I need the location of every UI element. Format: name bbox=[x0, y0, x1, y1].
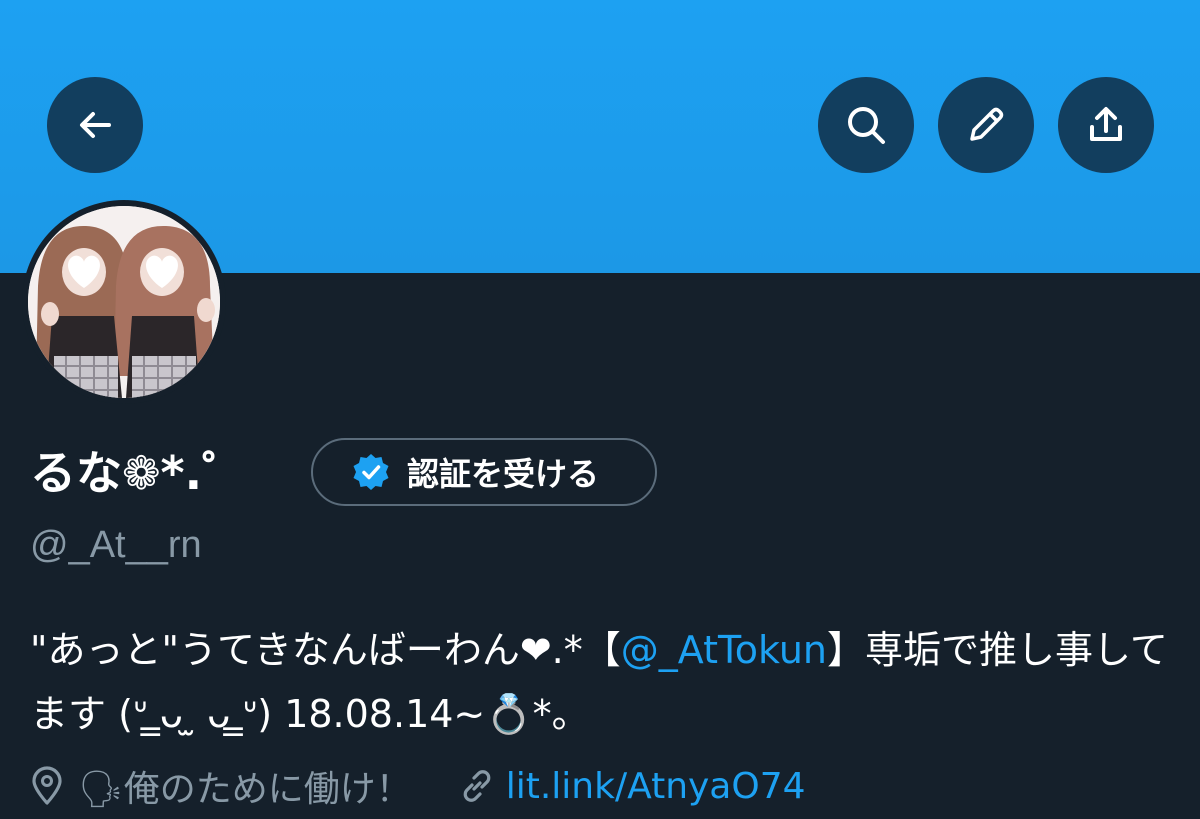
website-text[interactable]: lit.link/AtnyaO74 bbox=[506, 766, 806, 807]
search-button[interactable] bbox=[818, 77, 914, 173]
link-icon bbox=[463, 770, 491, 802]
profile-website-link[interactable]: lit.link/AtnyaO74 bbox=[458, 766, 806, 807]
display-name: るな❁*.゜ bbox=[30, 446, 249, 500]
avatar[interactable] bbox=[28, 206, 220, 398]
edit-button[interactable] bbox=[938, 77, 1034, 173]
share-button[interactable] bbox=[1058, 77, 1154, 173]
location-pin-icon bbox=[32, 766, 62, 805]
share-upload-icon bbox=[1090, 107, 1122, 141]
back-button[interactable] bbox=[47, 77, 143, 173]
profile-handle: @_At__rn bbox=[30, 524, 202, 566]
profile-meta-row: 🗣俺のために働け！ lit.link/AtnyaO74 bbox=[30, 760, 806, 812]
bio-text-part1: "あっと"うてきなんばーわん❤︎.*【 bbox=[30, 628, 621, 672]
search-icon bbox=[848, 107, 885, 144]
get-verified-label: 認証を受ける bbox=[407, 455, 600, 493]
bio-mention-link[interactable]: @_AtTokun bbox=[621, 628, 827, 672]
pencil-icon bbox=[970, 107, 1004, 141]
name-row: るな❁*.゜ bbox=[30, 432, 248, 508]
location-text: 🗣俺のために働け！ bbox=[78, 769, 412, 810]
profile-location: 🗣俺のために働け！ bbox=[30, 760, 412, 812]
arrow-left-icon bbox=[80, 112, 111, 138]
profile-page: るな❁*.゜ 認証を受ける @_At__rn "あっと"うてきなんばーわん❤︎.… bbox=[0, 0, 1200, 819]
profile-bio: "あっと"うてきなんばーわん❤︎.*【@_AtTokun】専垢で推し事してます … bbox=[30, 618, 1180, 746]
avatar-photo bbox=[28, 206, 220, 398]
verified-badge-icon bbox=[353, 454, 389, 490]
get-verified-button[interactable]: 認証を受ける bbox=[311, 438, 657, 506]
